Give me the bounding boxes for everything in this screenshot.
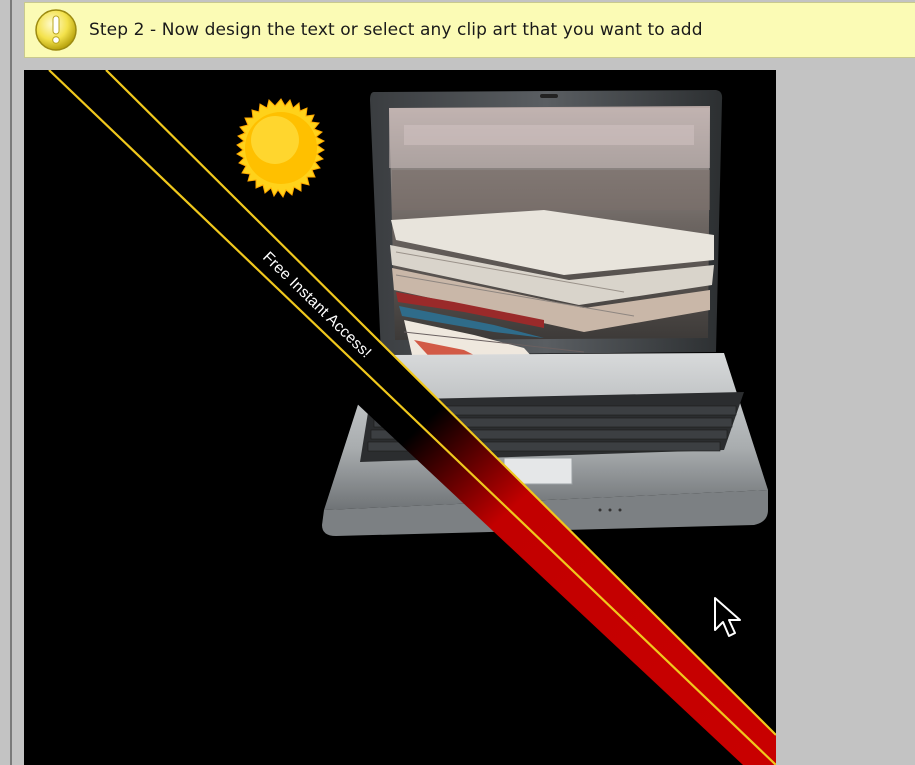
laptop-with-magazines[interactable] xyxy=(322,90,768,536)
right-side-panel xyxy=(776,70,915,765)
mouse-pointer-icon xyxy=(714,597,741,637)
step-instruction-text: Step 2 - Now design the text or select a… xyxy=(89,20,703,40)
canvas-artwork: Free Instant Access! xyxy=(24,70,776,765)
design-canvas[interactable]: Free Instant Access! xyxy=(24,70,776,765)
sun-clipart[interactable] xyxy=(236,98,326,199)
app-stage: Step 2 - Now design the text or select a… xyxy=(0,0,915,765)
step-instruction-bar: Step 2 - Now design the text or select a… xyxy=(24,2,915,58)
left-divider xyxy=(10,0,12,765)
exclamation-icon xyxy=(35,9,77,51)
